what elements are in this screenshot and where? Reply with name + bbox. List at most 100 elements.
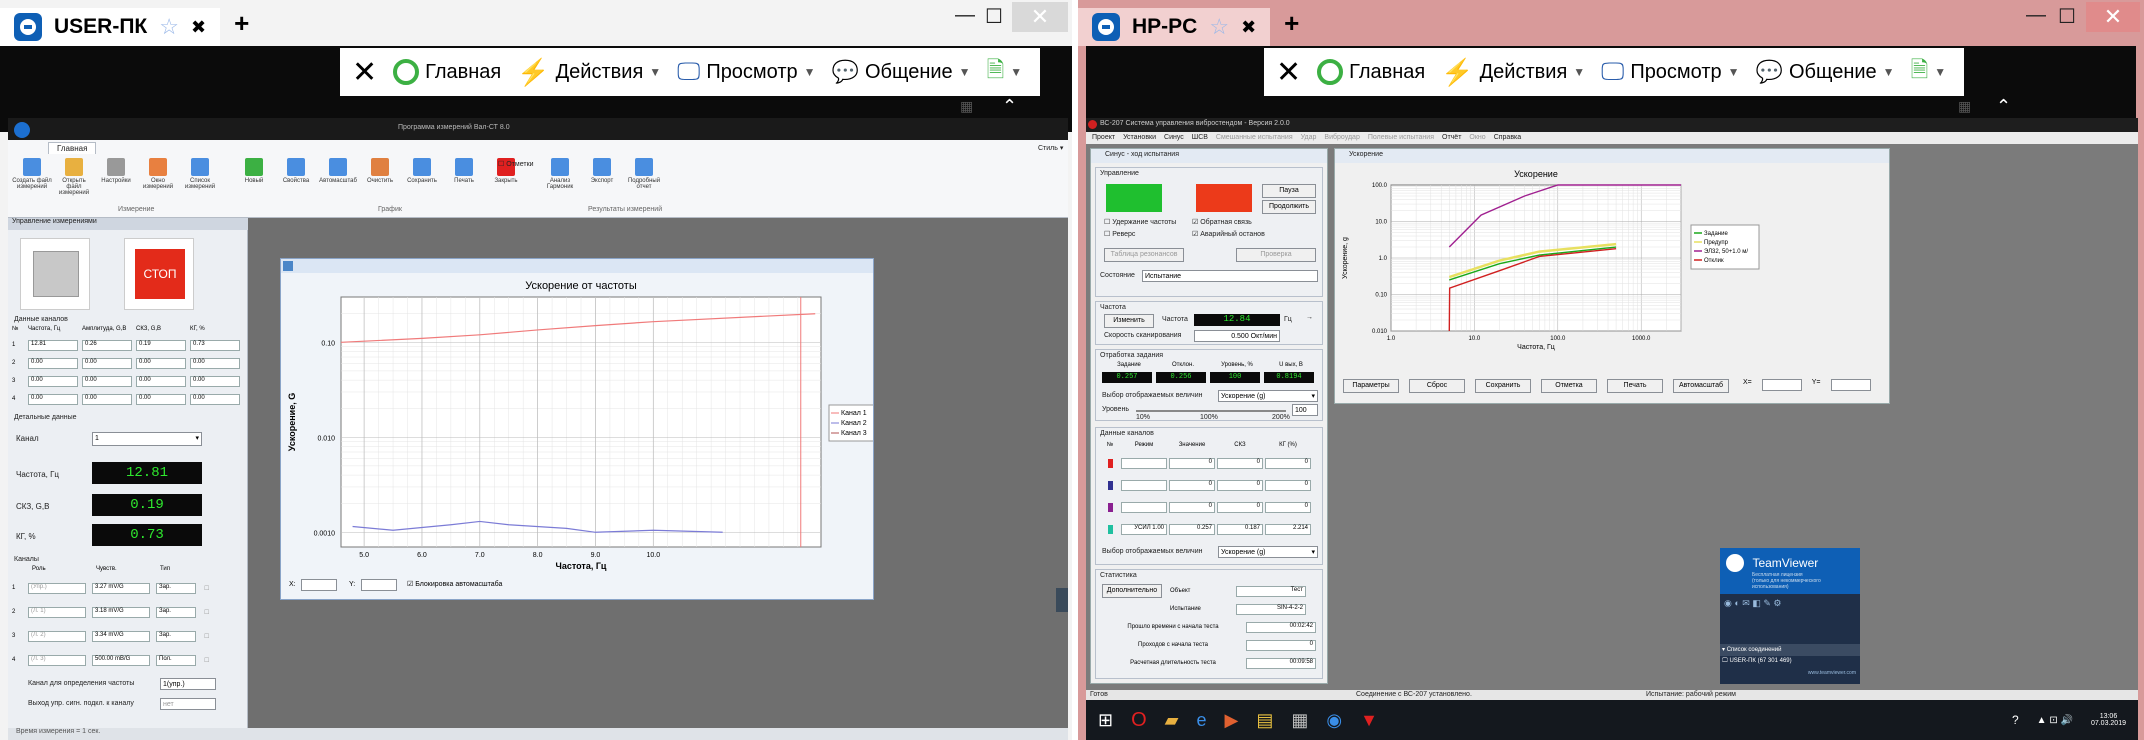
accel-button[interactable]: Печать <box>1607 379 1663 393</box>
type-field[interactable]: Пол. <box>156 654 196 666</box>
ribbon-button[interactable]: Подробный отчет <box>624 158 664 202</box>
ribbon-button[interactable]: Настройки <box>96 158 136 202</box>
maximize-icon[interactable]: ☐ <box>985 4 1003 29</box>
new-tab-icon[interactable]: + <box>234 8 249 39</box>
right-session-tab[interactable]: HP-PC ☆ ✖ <box>1078 8 1271 46</box>
toolbar-view[interactable]: 🖵 Просмотр ▼ <box>677 58 815 86</box>
ribbon-button[interactable]: Новый <box>234 158 274 202</box>
ie-icon[interactable]: e <box>1197 710 1207 731</box>
green-start-button[interactable] <box>1106 184 1162 212</box>
collapse-toolbar-icon[interactable]: ⌃ <box>1996 96 2011 117</box>
ribbon-button[interactable]: Создать файл измерений <box>12 158 52 202</box>
accel-button[interactable]: Сохранить <box>1475 379 1531 393</box>
sensitivity-field[interactable]: 3.27 mV/G <box>92 582 150 594</box>
check-button[interactable]: Проверка <box>1236 248 1316 262</box>
continue-button[interactable]: Продолжить <box>1262 200 1316 214</box>
close-window-button[interactable]: ✕ <box>1012 2 1068 32</box>
toolbar-home[interactable]: Главная <box>393 59 501 85</box>
toolbar-actions[interactable]: ⚡ Действия ▼ <box>517 57 661 88</box>
sensitivity-field[interactable]: 3.18 mV/G <box>92 606 150 618</box>
channel-select[interactable]: 1 ▾ <box>92 432 202 446</box>
menu-item[interactable]: Смешанные испытания <box>1216 132 1293 144</box>
menu-item[interactable]: Виброудар <box>1324 132 1359 144</box>
reverse-checkbox[interactable]: ☐ Реверс <box>1104 230 1135 238</box>
ribbon-button[interactable]: Очистить <box>360 158 400 202</box>
menu-item[interactable]: Установки <box>1123 132 1156 144</box>
role-select[interactable]: (Л. 1) <box>28 606 86 618</box>
feedback-checkbox[interactable]: ☑ Обратная связь <box>1192 218 1252 226</box>
resonance-table-button[interactable]: Таблица резонансов <box>1104 248 1184 262</box>
freq-channel-select[interactable]: 1(упр.) <box>160 678 216 690</box>
menu-item[interactable]: Синус <box>1164 132 1184 144</box>
toolbar-home[interactable]: Главная <box>1317 59 1425 85</box>
channel-checkbox[interactable]: ☐ <box>204 585 209 592</box>
arrow-right-icon[interactable]: → <box>1306 314 1313 321</box>
accel-button[interactable]: Параметры <box>1343 379 1399 393</box>
level-field[interactable]: 100 <box>1292 404 1318 416</box>
role-select[interactable]: (Упр.) <box>28 582 86 594</box>
collapse-toolbar-icon[interactable]: ⌃ <box>1002 96 1017 117</box>
grid-view-icon[interactable]: ▦ <box>960 98 973 115</box>
minimize-icon[interactable]: — <box>955 4 975 27</box>
opera-icon[interactable]: O <box>1131 709 1147 732</box>
connections-list-header[interactable]: ▾ Список соединений <box>1720 644 1860 656</box>
accel-button[interactable]: Отметка <box>1541 379 1597 393</box>
connection-item[interactable]: 🖵 USER-ПК (67 301 469) <box>1720 656 1860 668</box>
type-field[interactable]: Зар. <box>156 630 196 642</box>
channel-checkbox[interactable]: ☐ <box>204 657 209 664</box>
accel-button[interactable]: Сброс <box>1409 379 1465 393</box>
clock[interactable]: 13:06 07.03.2019 <box>2091 713 2126 727</box>
marks-checkbox[interactable]: ☐ Отметки <box>498 160 534 168</box>
maximize-icon[interactable]: ☐ <box>2058 4 2076 29</box>
close-session-icon[interactable]: ✕ <box>352 55 377 90</box>
new-tab-icon[interactable]: + <box>1284 8 1299 39</box>
output-select[interactable]: нет <box>160 698 216 710</box>
display-select[interactable]: Ускорение (g) ▾ <box>1218 390 1318 402</box>
left-session-tab[interactable]: USER-ПК ☆ ✖ <box>0 8 221 46</box>
ribbon-button[interactable]: Автомасштаб <box>318 158 358 202</box>
role-select[interactable]: (Л. 3) <box>28 654 86 666</box>
toolbar-actions[interactable]: ⚡ Действия ▼ <box>1441 57 1585 88</box>
ribbon-button[interactable]: Свойства <box>276 158 316 202</box>
media-icon[interactable]: ▶ <box>1225 710 1239 731</box>
channel-checkbox[interactable]: ☐ <box>204 609 209 616</box>
start-button[interactable] <box>20 238 90 310</box>
autoscale-lock-checkbox[interactable]: ☑ Блокировка автомасштаба <box>407 580 502 588</box>
close-window-button[interactable]: ✕ <box>2086 2 2140 32</box>
toolbar-files[interactable]: 🗎 ▼ <box>1911 53 1947 91</box>
explorer-icon[interactable]: ▤ <box>1256 710 1273 731</box>
stop-button[interactable]: СТОП <box>124 238 194 310</box>
emergency-checkbox[interactable]: ☑ Аварийный останов <box>1192 230 1265 238</box>
ribbon-button[interactable]: Список измерений <box>180 158 220 202</box>
side-scroll-handle[interactable] <box>1056 588 1068 612</box>
teamviewer-link[interactable]: www.teamviewer.com <box>1720 670 1860 676</box>
close-session-icon[interactable]: ✕ <box>1276 55 1301 90</box>
folder-icon[interactable]: ▰ <box>1165 710 1179 731</box>
ribbon-button[interactable]: Открыть файл измерений <box>54 158 94 202</box>
toolbar-files[interactable]: 🗎 ▼ <box>987 53 1023 91</box>
menu-item[interactable]: Проект <box>1092 132 1115 144</box>
menu-item[interactable]: ШСВ <box>1192 132 1208 144</box>
vs207-task-icon[interactable]: ▼ <box>1360 710 1378 731</box>
ribbon-button[interactable]: Сохранить <box>402 158 442 202</box>
ribbon-tab-home[interactable]: Главная <box>48 142 97 154</box>
role-select[interactable]: (Л. 2) <box>28 630 86 642</box>
menu-item[interactable]: Отчёт <box>1442 132 1461 144</box>
change-freq-button[interactable]: Изменить <box>1104 314 1154 328</box>
ribbon-button[interactable]: Анализ Гармоник <box>540 158 580 202</box>
sensitivity-field[interactable]: 500.00 mB/G <box>92 654 150 666</box>
toolbar-comm[interactable]: 💬 Общение ▼ <box>832 59 971 85</box>
sensitivity-field[interactable]: 3.34 mV/G <box>92 630 150 642</box>
level-slider[interactable] <box>1136 410 1286 412</box>
star-icon[interactable]: ☆ <box>1209 14 1229 40</box>
close-tab-icon[interactable]: ✖ <box>191 17 206 38</box>
tray-icons[interactable]: ▲ ⊡ 🔊 <box>2037 715 2073 726</box>
ribbon-button[interactable]: Экспорт <box>582 158 622 202</box>
close-tab-icon[interactable]: ✖ <box>1241 17 1256 38</box>
menu-item[interactable]: Справка <box>1494 132 1521 144</box>
display-select-2[interactable]: Ускорение (g) ▾ <box>1218 546 1318 558</box>
red-stop-button[interactable] <box>1196 184 1252 212</box>
menu-item[interactable]: Окно <box>1469 132 1485 144</box>
ribbon-button[interactable]: Окно измерений <box>138 158 178 202</box>
app-icon[interactable]: ▦ <box>1291 710 1308 731</box>
